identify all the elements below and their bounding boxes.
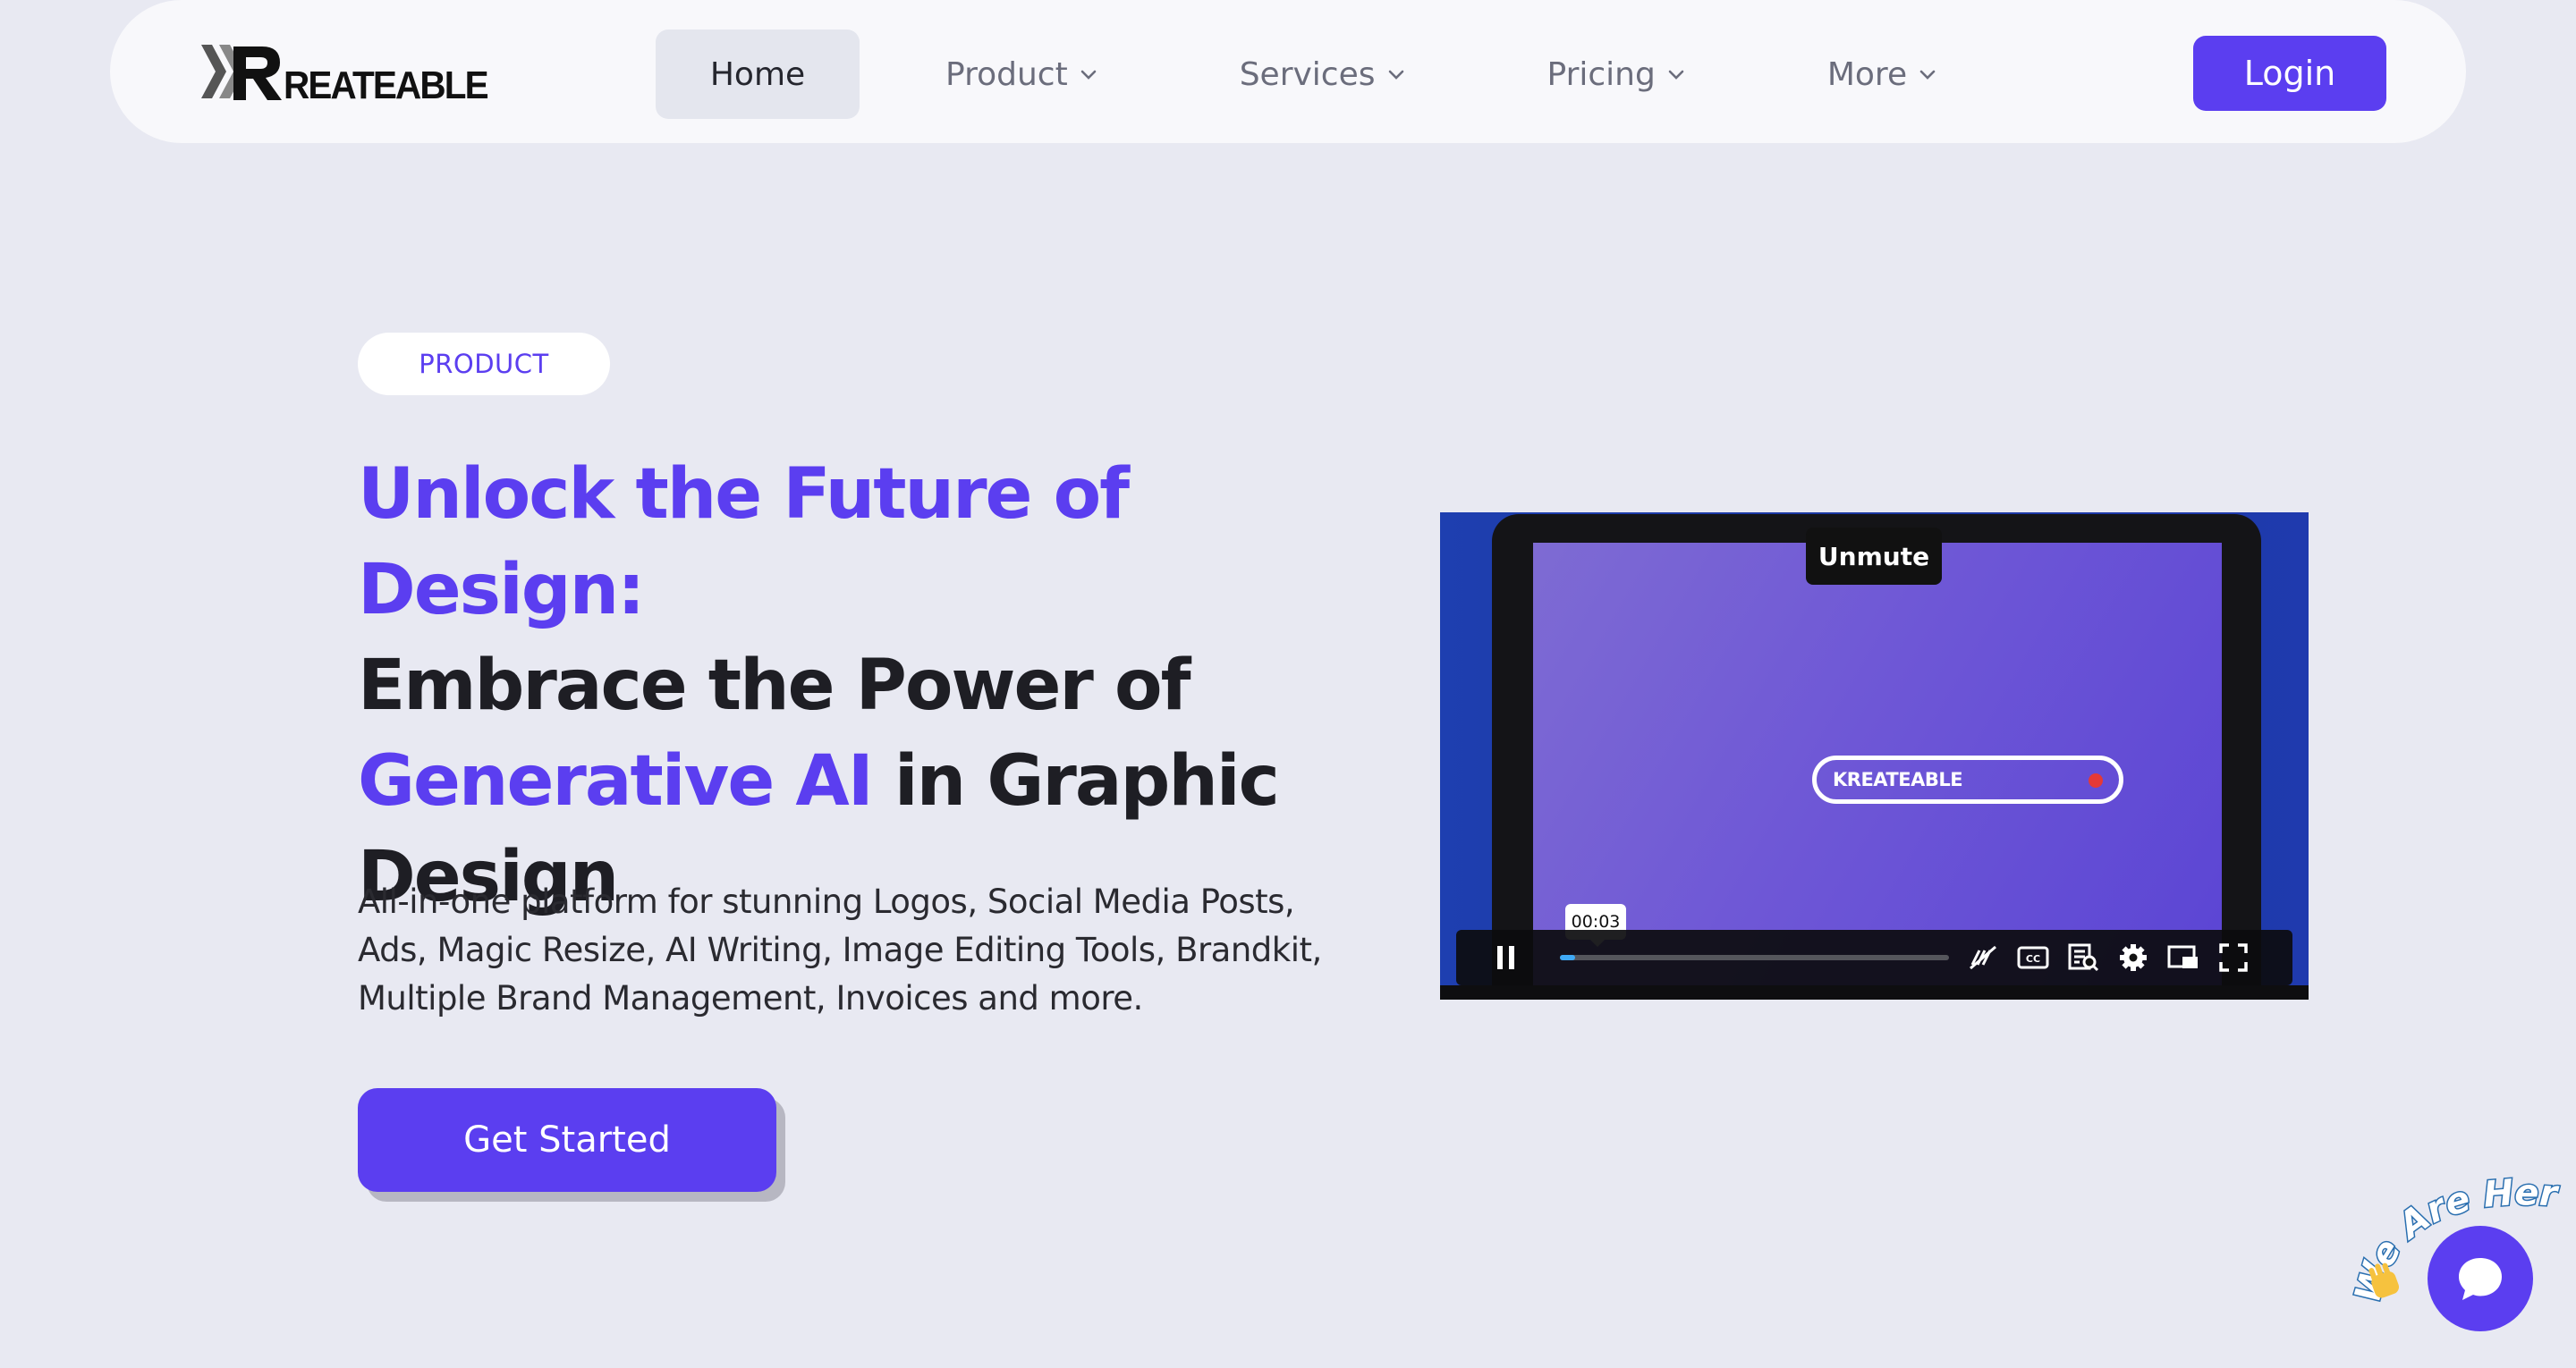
record-dot-icon [2089,773,2103,788]
pip-icon[interactable] [2165,940,2201,975]
transcript-icon[interactable] [2065,940,2101,975]
svg-text:CC: CC [2026,953,2040,965]
nav-item-more-label: More [1826,55,1908,93]
brand-name: REATEABLE [284,63,489,107]
headline-accent-2: Generative AI [358,741,874,822]
nav-item-pricing-label: Pricing [1546,55,1656,93]
get-started-button[interactable]: Get Started [358,1088,776,1192]
promo-video-player[interactable]: KREATEABLE Unmute 00:03 CC [1440,512,2309,1000]
nav-item-product-label: Product [945,55,1068,93]
nav-item-product[interactable]: Product [945,30,1098,119]
video-progress-fill [1560,955,1576,960]
nav-menu: Home Product Services Pricing More [656,30,1937,119]
pause-icon[interactable] [1488,940,1524,975]
chevron-down-icon [1919,70,1936,80]
headline-line-3-rest: in Graphic [871,741,1280,822]
video-control-icons: CC [1965,940,2251,975]
video-search-bar: KREATEABLE [1812,756,2123,804]
cc-icon[interactable]: CC [2015,940,2051,975]
headline-line-2: Embrace the Power of [358,646,1191,726]
nav-item-home[interactable]: Home [656,30,860,119]
unmute-button[interactable]: Unmute [1806,528,1942,585]
chat-bubble-icon [2459,1258,2502,1300]
headline-accent-1: Unlock the Future of Design: [358,454,1130,630]
hero-headline: Unlock the Future of Design: Embrace the… [358,447,1431,925]
brand-logo[interactable]: REATEABLE [199,41,505,106]
video-bottom-strip [1440,985,2309,1000]
nav-item-home-label: Home [709,55,806,93]
fullscreen-icon[interactable] [2216,940,2251,975]
hero-description: All-in-one platform for stunning Logos, … [358,882,1322,1018]
captions-off-icon[interactable] [1965,940,2001,975]
chevron-down-icon [1668,70,1684,80]
top-navbar: REATEABLE Home Product Services Pricing … [110,0,2466,143]
video-screen-text: KREATEABLE [1833,769,1963,790]
product-tag-badge: PRODUCT [358,333,610,395]
settings-icon[interactable] [2115,940,2151,975]
chat-open-button[interactable] [2428,1226,2533,1331]
nav-item-services-label: Services [1239,55,1376,93]
chevron-down-icon [1080,70,1096,80]
video-progress-track[interactable] [1560,955,1949,960]
logo-r-icon [233,46,282,100]
login-button[interactable]: Login [2193,36,2386,111]
nav-item-pricing[interactable]: Pricing [1547,30,1686,119]
nav-item-services[interactable]: Services [1240,30,1406,119]
video-control-bar: CC [1456,930,2292,985]
chevron-down-icon [1388,70,1403,80]
nav-item-more[interactable]: More [1827,30,1937,119]
